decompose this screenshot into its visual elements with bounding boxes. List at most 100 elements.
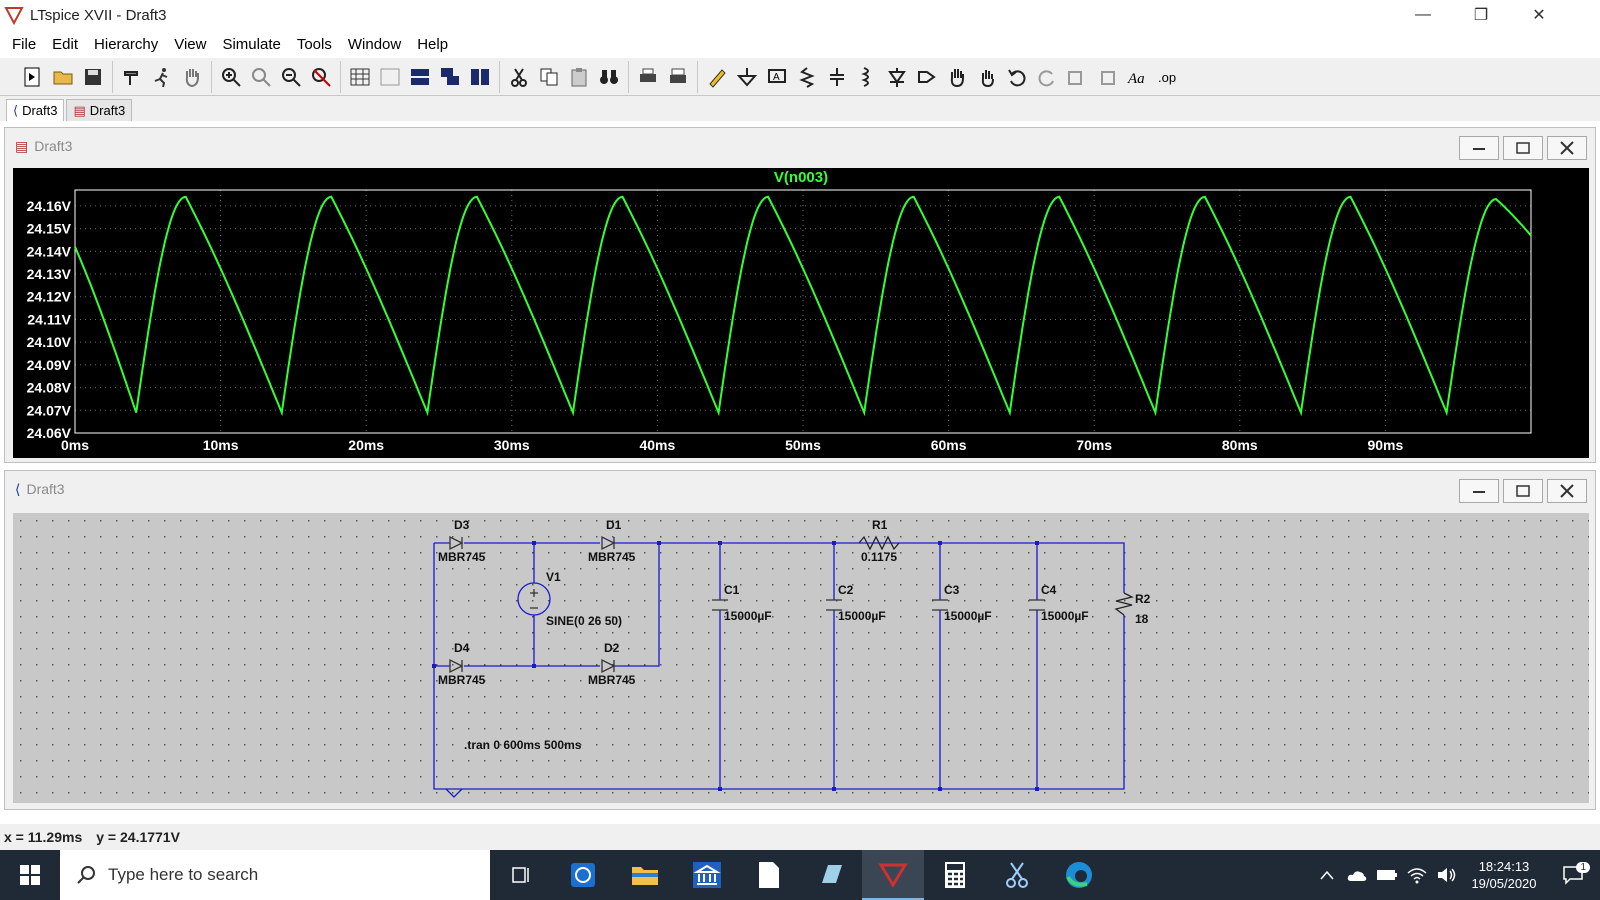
- tray-battery[interactable]: [1372, 869, 1402, 881]
- move-button[interactable]: [942, 62, 972, 92]
- label-net-button[interactable]: A: [762, 62, 792, 92]
- tray-onedrive[interactable]: [1342, 868, 1372, 882]
- diode-button[interactable]: [882, 62, 912, 92]
- chart-settings-icon: [380, 68, 400, 85]
- undo-icon: [1008, 68, 1026, 86]
- task-view-button[interactable]: [490, 850, 552, 900]
- waveform-maximize-button[interactable]: [1503, 136, 1543, 160]
- schematic-maximize-button[interactable]: [1503, 479, 1543, 503]
- rotate-button[interactable]: [1062, 62, 1092, 92]
- find-button[interactable]: [594, 62, 624, 92]
- drag-button[interactable]: [972, 62, 1002, 92]
- schematic-canvas[interactable]: D3 MBR745 D1 MBR745 D4 MBR745 D2 MBR745 …: [13, 513, 1589, 803]
- chevron-up-icon: [1320, 870, 1334, 880]
- menu-hierarchy[interactable]: Hierarchy: [86, 36, 166, 53]
- print-setup-button[interactable]: [663, 62, 693, 92]
- menu-window[interactable]: Window: [340, 36, 409, 53]
- text-button[interactable]: Aa: [1122, 62, 1152, 92]
- new-schematic-button[interactable]: [18, 62, 48, 92]
- trace-label[interactable]: V(n003): [774, 169, 828, 186]
- close-icon: [1560, 484, 1574, 498]
- d3-model: MBR745: [438, 550, 486, 564]
- redo-button[interactable]: [1032, 62, 1062, 92]
- taskbar-clock[interactable]: 18:24:13 19/05/2020: [1462, 858, 1546, 892]
- menu-help[interactable]: Help: [409, 36, 456, 53]
- autorange-button[interactable]: [345, 62, 375, 92]
- mdi-area: ▤ Draft3 V(n003) 24.16V 24.15V 24.14V 24.13…: [0, 121, 1600, 824]
- tile-vertical-button[interactable]: [465, 62, 495, 92]
- tile-horizontal-button[interactable]: [405, 62, 435, 92]
- sync-app-icon: [571, 863, 595, 887]
- schematic-close-button[interactable]: [1547, 479, 1587, 503]
- menu-simulate[interactable]: Simulate: [214, 36, 288, 53]
- taskbar-app-sync[interactable]: [552, 850, 614, 900]
- control-panel-button[interactable]: [117, 62, 147, 92]
- c4-name: C4: [1041, 583, 1057, 597]
- taskbar-app-notes[interactable]: [800, 850, 862, 900]
- mirror-button[interactable]: [1092, 62, 1122, 92]
- tray-network[interactable]: [1402, 866, 1432, 884]
- close-button[interactable]: ✕: [1510, 0, 1568, 30]
- print-button[interactable]: [633, 62, 663, 92]
- inductor-button[interactable]: [852, 62, 882, 92]
- save-button[interactable]: [78, 62, 108, 92]
- schematic-window: ⟨ Draft3 D3 MBR745 D1 MBR745 D4 MBR745 D…: [4, 470, 1596, 810]
- tile-horizontal-icon: [411, 68, 429, 85]
- menu-view[interactable]: View: [166, 36, 214, 53]
- d1-model: MBR745: [588, 550, 636, 564]
- spice-directive-button[interactable]: .op: [1152, 62, 1182, 92]
- copy-button[interactable]: [534, 62, 564, 92]
- halt-button[interactable]: [177, 62, 207, 92]
- menu-tools[interactable]: Tools: [289, 36, 340, 53]
- spice-directive-icon: .op: [1158, 70, 1176, 85]
- minimize-button[interactable]: —: [1394, 0, 1452, 30]
- taskbar-snipping-tool[interactable]: [986, 850, 1048, 900]
- wire-button[interactable]: [702, 62, 732, 92]
- zoom-in-button[interactable]: [216, 62, 246, 92]
- cascade-button[interactable]: [435, 62, 465, 92]
- waveform-plot[interactable]: V(n003) 24.16V24.15V24.14V24.13V24.12V24…: [13, 168, 1589, 458]
- capacitor-button[interactable]: [822, 62, 852, 92]
- taskbar-calculator[interactable]: [924, 850, 986, 900]
- ground-button[interactable]: [732, 62, 762, 92]
- minimize-icon: [1473, 148, 1485, 150]
- action-center-button[interactable]: 1: [1546, 862, 1600, 885]
- undo-button[interactable]: [1002, 62, 1032, 92]
- tile-vertical-icon: [471, 68, 489, 85]
- taskbar-ltspice[interactable]: [862, 850, 924, 900]
- tray-volume[interactable]: [1432, 866, 1462, 884]
- speaker-icon: [1438, 868, 1456, 882]
- tab-label: Draft3: [22, 103, 58, 118]
- window-title: LTspice XVII - Draft3: [30, 6, 167, 24]
- tray-overflow-button[interactable]: [1312, 869, 1342, 881]
- ltspice-app-icon: [4, 7, 24, 25]
- menu-edit[interactable]: Edit: [44, 36, 86, 53]
- waveform-minimize-button[interactable]: [1459, 136, 1499, 160]
- taskbar-search-box[interactable]: Type here to search: [60, 850, 490, 900]
- component-button[interactable]: [912, 62, 942, 92]
- y-tick-label: 24.13V: [27, 266, 72, 282]
- taskbar-edge[interactable]: [1048, 850, 1110, 900]
- taskbar-bank-app[interactable]: [676, 850, 738, 900]
- taskbar-document-app[interactable]: [738, 850, 800, 900]
- restore-button[interactable]: ❐: [1452, 0, 1510, 30]
- schematic-minimize-button[interactable]: [1459, 479, 1499, 503]
- paste-button[interactable]: [564, 62, 594, 92]
- zoom-cancel-button[interactable]: [306, 62, 336, 92]
- zoom-fit-button[interactable]: [246, 62, 276, 92]
- tab-waveform[interactable]: ▤ Draft3: [66, 99, 133, 121]
- tab-schematic[interactable]: ⟨ Draft3: [6, 99, 65, 121]
- toolbar: A Aa .op: [0, 58, 1600, 96]
- waveform-close-button[interactable]: [1547, 136, 1587, 160]
- taskbar-file-explorer[interactable]: [614, 850, 676, 900]
- zoom-out-button[interactable]: [276, 62, 306, 92]
- run-button[interactable]: [147, 62, 177, 92]
- resistor-button[interactable]: [792, 62, 822, 92]
- menu-file[interactable]: File: [4, 36, 44, 53]
- plot-settings-button[interactable]: [375, 62, 405, 92]
- spice-directive[interactable]: .tran 0 600ms 500ms: [464, 738, 582, 752]
- cut-button[interactable]: [504, 62, 534, 92]
- open-button[interactable]: [48, 62, 78, 92]
- start-button[interactable]: [0, 850, 60, 900]
- binoculars-icon: [600, 69, 618, 84]
